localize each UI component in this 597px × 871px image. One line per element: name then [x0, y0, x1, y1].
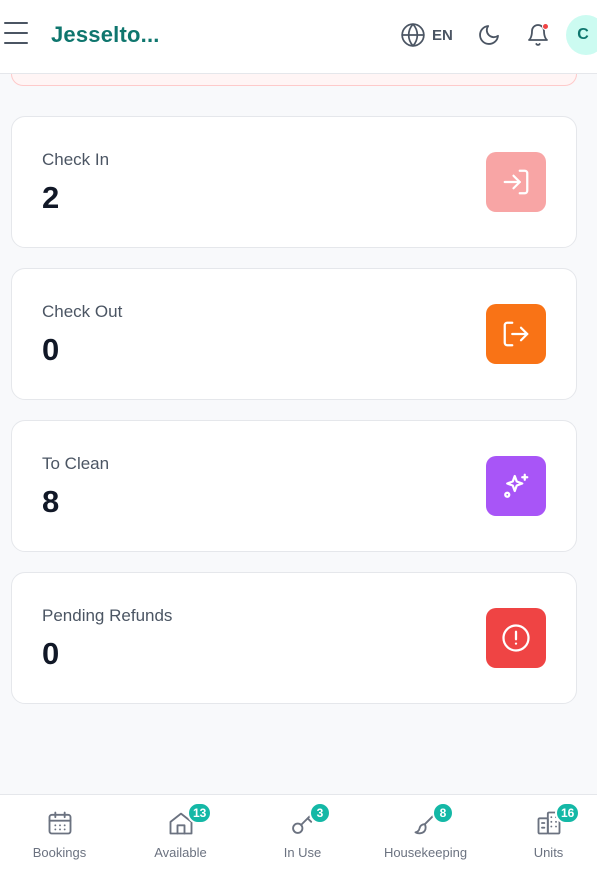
- stat-value: 8: [42, 484, 60, 519]
- stat-label: Pending Refunds: [42, 606, 173, 625]
- language-label: EN: [432, 26, 453, 44]
- notifications-button[interactable]: [526, 23, 550, 47]
- nav-item-bookings[interactable]: Bookings: [0, 795, 119, 871]
- calendar-icon: [48, 811, 72, 835]
- nav-item-housekeeping[interactable]: 8 Housekeeping: [366, 795, 485, 871]
- nav-label: Bookings: [32, 845, 87, 860]
- menu-icon[interactable]: [4, 22, 28, 48]
- stat-label: Check Out: [42, 302, 123, 321]
- nav-item-available[interactable]: 13 Available: [121, 795, 240, 871]
- nav-label: Housekeeping: [383, 845, 468, 860]
- stat-icon-box: [486, 152, 546, 212]
- nav-item-in-use[interactable]: 3 In Use: [243, 795, 362, 871]
- nav-label: Units: [533, 845, 564, 860]
- stat-value: 0: [42, 636, 60, 671]
- globe-icon: [401, 23, 425, 47]
- stat-value: 2: [42, 180, 60, 215]
- user-avatar[interactable]: C: [566, 15, 597, 55]
- stat-value: 0: [42, 332, 60, 367]
- notification-dot: [542, 23, 549, 30]
- nav-badge: 16: [555, 802, 581, 824]
- stat-card-pending-refunds[interactable]: Pending Refunds 0: [11, 572, 577, 704]
- stat-icon-box: [486, 304, 546, 364]
- nav-badge: 3: [309, 802, 331, 824]
- language-switcher[interactable]: EN: [400, 22, 453, 48]
- stat-card-check-in[interactable]: Check In 2: [11, 116, 577, 248]
- bottom-navigation: Bookings 13 Available 3 In Use 8 Houseke…: [0, 794, 597, 871]
- top-header: Jesselto... EN C: [0, 0, 597, 74]
- logout-icon: [503, 321, 529, 347]
- nav-item-units[interactable]: 16 Units: [489, 795, 597, 871]
- stat-card-check-out[interactable]: Check Out 0: [11, 268, 577, 400]
- login-icon: [503, 169, 529, 195]
- nav-label: Available: [154, 845, 207, 860]
- nav-badge: 8: [432, 802, 454, 824]
- stat-card-to-clean[interactable]: To Clean 8: [11, 420, 577, 552]
- stat-icon-box: [486, 456, 546, 516]
- stat-label: To Clean: [42, 454, 110, 473]
- sparkles-icon: [504, 473, 529, 498]
- stat-icon-box: [486, 608, 546, 668]
- nav-label: In Use: [283, 845, 322, 860]
- alert-circle-icon: [502, 624, 530, 652]
- app-brand[interactable]: Jesselto...: [51, 22, 160, 48]
- moon-icon: [479, 25, 499, 45]
- nav-badge: 13: [187, 802, 213, 824]
- theme-toggle-button[interactable]: [477, 23, 501, 47]
- stat-label: Check In: [42, 150, 110, 169]
